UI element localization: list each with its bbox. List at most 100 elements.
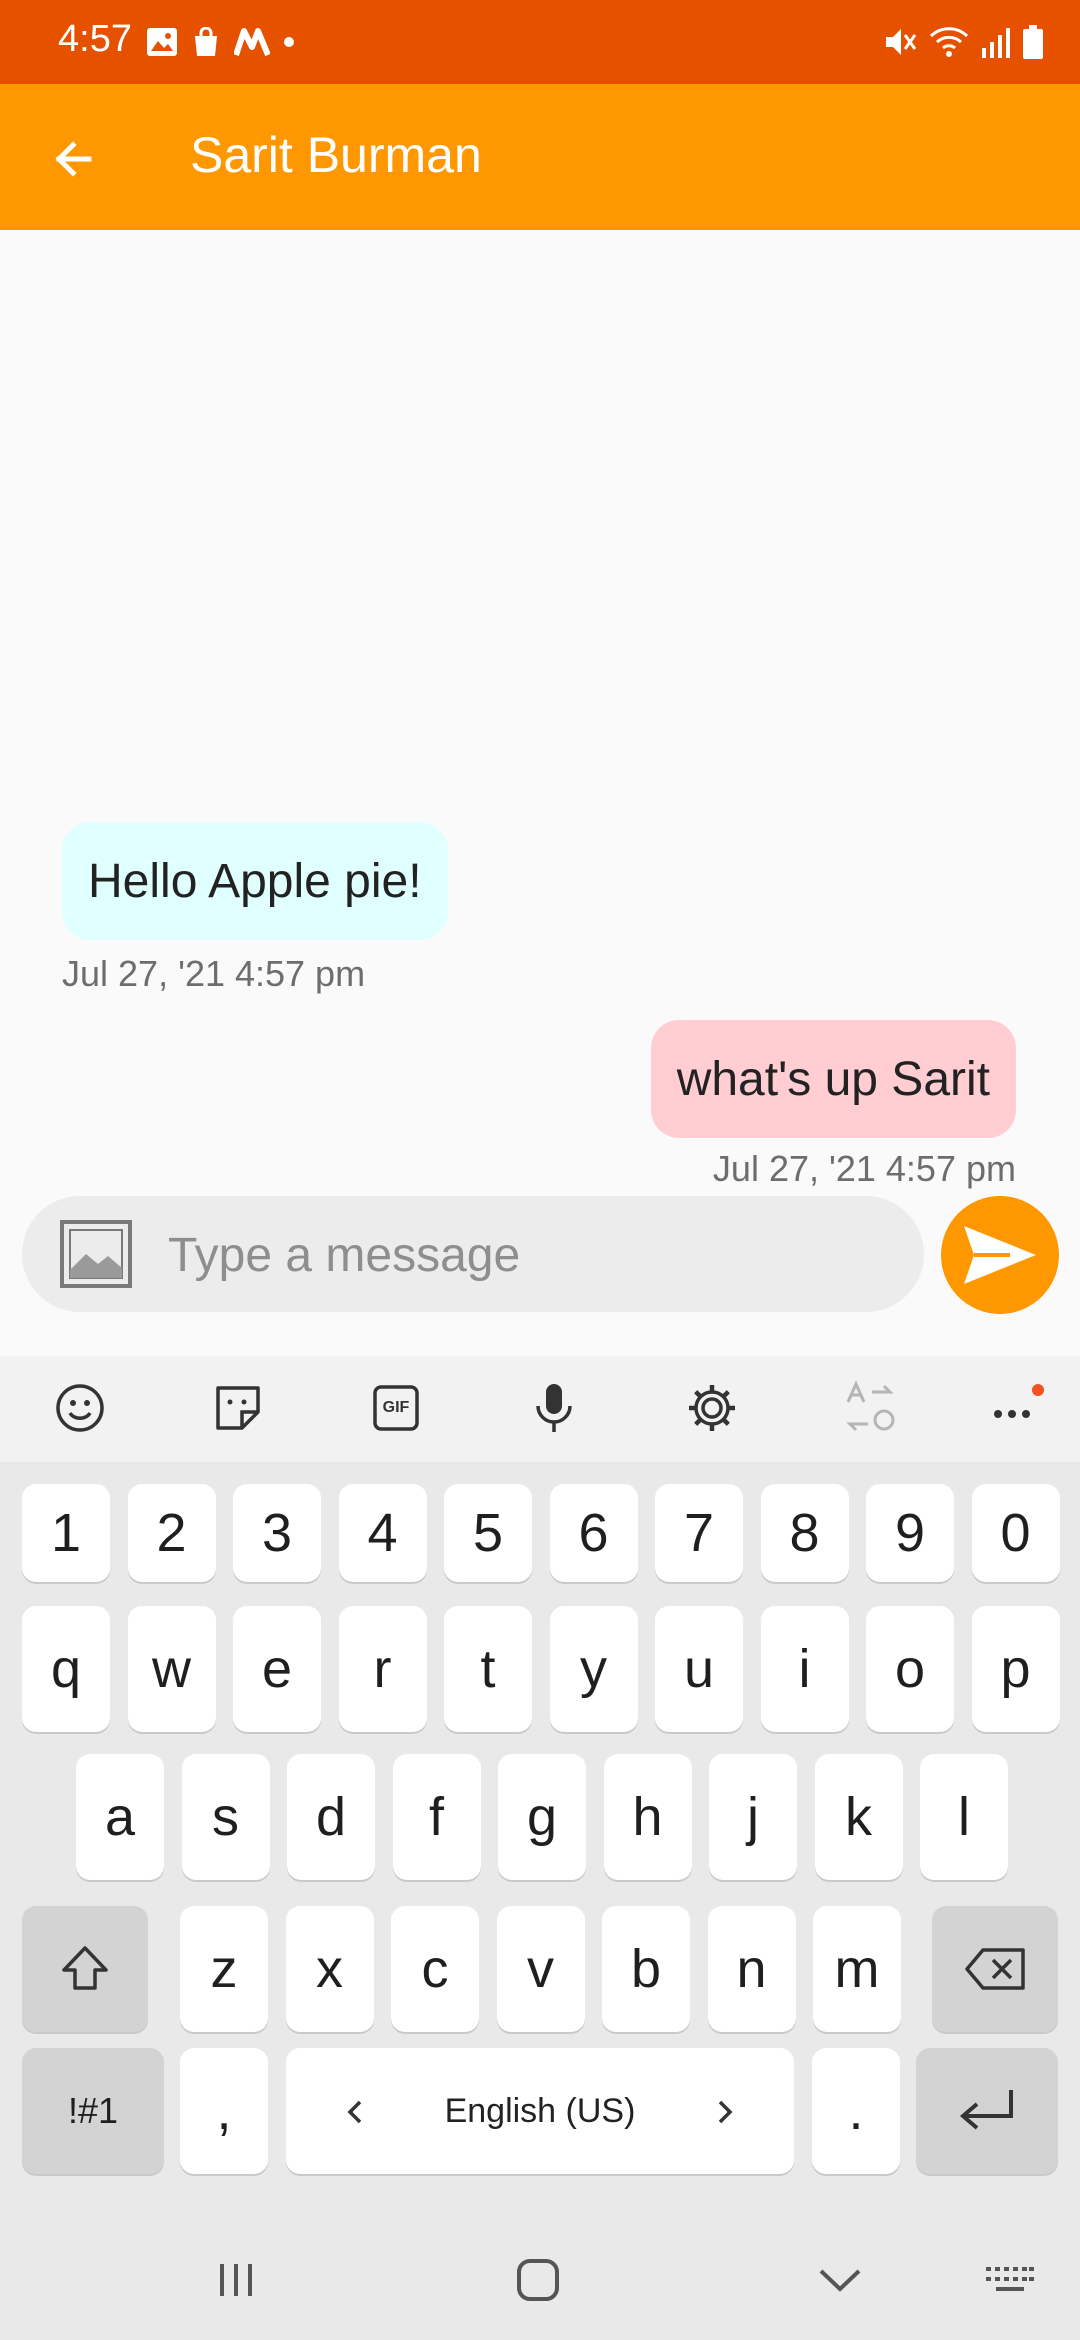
shift-icon bbox=[62, 1946, 108, 1990]
key-j[interactable]: j bbox=[709, 1754, 797, 1880]
emoji-button[interactable] bbox=[48, 1376, 112, 1440]
arrow-left-icon bbox=[55, 141, 92, 177]
chevron-right-icon bbox=[718, 2100, 733, 2124]
key-g[interactable]: g bbox=[498, 1754, 586, 1880]
key-c[interactable]: c bbox=[391, 1906, 479, 2032]
key-v[interactable]: v bbox=[496, 1906, 585, 2032]
message-composer bbox=[22, 1196, 924, 1312]
key-f[interactable]: f bbox=[392, 1754, 481, 1880]
key-2[interactable]: 2 bbox=[127, 1484, 216, 1582]
key-o[interactable]: o bbox=[866, 1606, 954, 1732]
key-x[interactable]: x bbox=[285, 1906, 374, 2032]
status-icons-right bbox=[882, 20, 1044, 64]
keyboard-toolbar: GIF bbox=[0, 1356, 1080, 1462]
keyboard-settings-button[interactable] bbox=[680, 1376, 744, 1440]
chat-area[interactable]: Hello Apple pie! Jul 27, '21 4:57 pm wha… bbox=[0, 230, 1080, 1200]
enter-icon bbox=[959, 2090, 1013, 2130]
image-icon bbox=[147, 28, 177, 56]
key-5[interactable]: 5 bbox=[444, 1484, 532, 1582]
outgoing-message-timestamp: Jul 27, '21 4:57 pm bbox=[712, 1148, 1016, 1189]
send-icon bbox=[964, 1226, 1036, 1284]
key-y[interactable]: y bbox=[549, 1606, 638, 1732]
microphone-icon bbox=[536, 1384, 572, 1432]
status-icons-left bbox=[146, 22, 294, 62]
space-key[interactable]: English (US) bbox=[286, 2048, 794, 2174]
key-8[interactable]: 8 bbox=[760, 1484, 849, 1582]
key-p[interactable]: p bbox=[971, 1606, 1060, 1732]
navigation-bar bbox=[0, 2220, 1080, 2340]
signal-icon bbox=[982, 28, 1010, 58]
sticker-icon bbox=[216, 1386, 260, 1430]
recent-apps-icon bbox=[220, 2264, 252, 2296]
keyboard-switch-icon bbox=[986, 2267, 1034, 2291]
period-key[interactable]: . bbox=[812, 2048, 900, 2174]
incoming-message-timestamp: Jul 27, '21 4:57 pm bbox=[62, 953, 366, 994]
sticker-button[interactable] bbox=[206, 1376, 270, 1440]
translate-icon bbox=[846, 1380, 895, 1432]
notification-dot bbox=[284, 37, 294, 47]
key-u[interactable]: u bbox=[655, 1606, 743, 1732]
key-3[interactable]: 3 bbox=[233, 1484, 321, 1582]
key-i[interactable]: i bbox=[760, 1606, 849, 1732]
key-l[interactable]: l bbox=[920, 1754, 1008, 1880]
outgoing-message-bubble[interactable]: what's up Sarit bbox=[650, 1020, 1016, 1138]
keyboard-switch-button[interactable] bbox=[980, 2250, 1040, 2310]
key-d[interactable]: d bbox=[287, 1754, 375, 1880]
home-icon bbox=[517, 2259, 559, 2301]
key-k[interactable]: k bbox=[814, 1754, 903, 1880]
emoji-icon bbox=[56, 1384, 104, 1432]
incoming-message-bubble[interactable]: Hello Apple pie! bbox=[62, 822, 448, 940]
key-6[interactable]: 6 bbox=[549, 1484, 638, 1582]
key-b[interactable]: b bbox=[602, 1906, 690, 2032]
hide-keyboard-button[interactable] bbox=[810, 2250, 870, 2310]
recent-apps-button[interactable] bbox=[206, 2250, 266, 2310]
key-7[interactable]: 7 bbox=[655, 1484, 743, 1582]
key-m[interactable]: m bbox=[813, 1906, 901, 2032]
wifi-icon bbox=[929, 27, 969, 57]
image-icon bbox=[60, 1220, 132, 1288]
key-4[interactable]: 4 bbox=[338, 1484, 427, 1582]
key-z[interactable]: z bbox=[180, 1906, 268, 2032]
key-a[interactable]: a bbox=[76, 1754, 164, 1880]
key-0[interactable]: 0 bbox=[971, 1484, 1060, 1582]
keyboard: GIF !#1 , English (US) . 1234567890 qwert… bbox=[0, 1356, 1080, 2340]
gif-label: GIF bbox=[382, 1399, 410, 1416]
key-t[interactable]: t bbox=[444, 1606, 532, 1732]
symbols-key[interactable]: !#1 bbox=[22, 2048, 164, 2174]
back-button[interactable] bbox=[38, 124, 108, 194]
app-bar: Sarit Burman bbox=[0, 84, 1080, 230]
settings-icon bbox=[689, 1385, 735, 1431]
chevron-left-icon bbox=[347, 2100, 362, 2124]
key-s[interactable]: s bbox=[181, 1754, 270, 1880]
key-r[interactable]: r bbox=[338, 1606, 427, 1732]
hide-keyboard-icon bbox=[819, 2269, 861, 2292]
key-h[interactable]: h bbox=[603, 1754, 692, 1880]
enter-key[interactable] bbox=[916, 2048, 1058, 2174]
message-input[interactable] bbox=[168, 1220, 888, 1290]
more-options-button[interactable] bbox=[984, 1376, 1048, 1440]
shift-key[interactable] bbox=[22, 1906, 148, 2032]
mute-icon bbox=[886, 29, 917, 55]
voice-input-button[interactable] bbox=[522, 1376, 586, 1440]
home-button[interactable] bbox=[508, 2250, 568, 2310]
key-q[interactable]: q bbox=[22, 1606, 110, 1732]
space-key-label: English (US) bbox=[444, 2091, 636, 2130]
battery-icon bbox=[1023, 25, 1043, 59]
conversation-title: Sarit Burman bbox=[190, 127, 482, 183]
backspace-key[interactable] bbox=[932, 1906, 1058, 2032]
comma-key[interactable]: , bbox=[180, 2048, 268, 2174]
send-button[interactable] bbox=[941, 1196, 1059, 1314]
key-9[interactable]: 9 bbox=[866, 1484, 954, 1582]
gif-button[interactable]: GIF bbox=[364, 1376, 428, 1440]
status-time: 4:57 bbox=[58, 18, 132, 60]
translate-button[interactable] bbox=[838, 1376, 902, 1440]
attach-image-button[interactable] bbox=[58, 1216, 134, 1292]
backspace-icon bbox=[965, 1948, 1025, 1990]
key-w[interactable]: w bbox=[127, 1606, 216, 1732]
m-app-icon bbox=[234, 28, 270, 57]
key-1[interactable]: 1 bbox=[22, 1484, 110, 1582]
more-icon bbox=[994, 1384, 1044, 1418]
status-bar: 4:57 bbox=[0, 0, 1080, 84]
key-e[interactable]: e bbox=[233, 1606, 321, 1732]
key-n[interactable]: n bbox=[707, 1906, 796, 2032]
